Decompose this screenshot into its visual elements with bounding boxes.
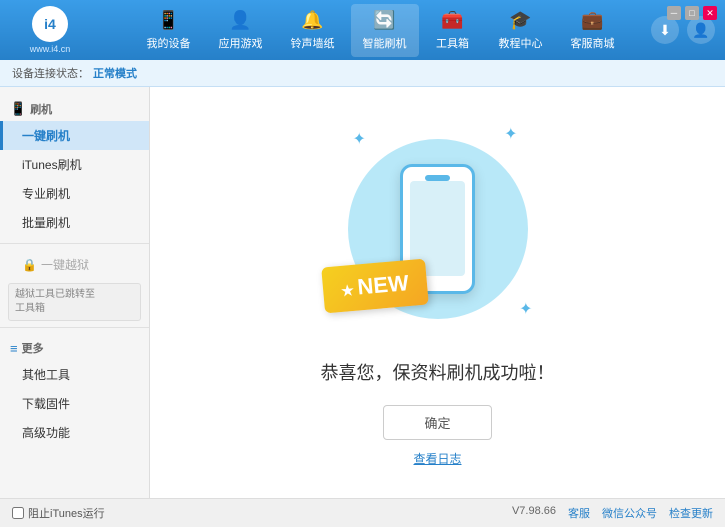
sidebar-itunes-flash[interactable]: iTunes刷机	[0, 150, 149, 179]
log-link[interactable]: 查看日志	[413, 450, 461, 467]
services-icon: 💼	[581, 10, 603, 31]
wechat-link[interactable]: 微信公众号	[602, 505, 657, 521]
nav-tutorials-label: 教程中心	[499, 35, 543, 51]
nav-ringtones[interactable]: 🔔 铃声墙纸	[279, 4, 347, 57]
nav-smart-flash-label: 智能刷机	[363, 35, 407, 51]
sidebar-section-flash: 📱 刷机	[0, 95, 149, 121]
main-content: ✦ ✦ ✦ NEW 恭喜您，保资料刷机成功啦！ 确定 查看日志	[150, 87, 725, 498]
app-header: i4 www.i4.cn 📱 我的设备 👤 应用游戏 🔔 铃声墙纸 🔄 智能刷机	[0, 0, 725, 60]
itunes-label: 阻止iTunes运行	[28, 505, 105, 521]
nav-services-label: 客服商城	[571, 35, 615, 51]
nav-tutorials[interactable]: 🎓 教程中心	[487, 4, 555, 57]
header-right: ⬇ 👤	[651, 16, 715, 44]
status-mode: 正常模式	[93, 65, 137, 81]
app-logo: i4 www.i4.cn	[10, 6, 90, 54]
sidebar-batch-flash[interactable]: 批量刷机	[0, 208, 149, 237]
nav-toolbox-label: 工具箱	[436, 35, 469, 51]
download-button[interactable]: ⬇	[651, 16, 679, 44]
user-button[interactable]: 👤	[687, 16, 715, 44]
jailbreak-label: 一键越狱	[41, 256, 89, 273]
nav-services[interactable]: 💼 客服商城	[559, 4, 627, 57]
phone-illustration: ✦ ✦ ✦ NEW	[338, 119, 538, 339]
check-update-link[interactable]: 检查更新	[669, 505, 713, 521]
more-section-label: 更多	[22, 340, 44, 356]
sidebar-section-jailbreak: 🔒 一键越狱	[0, 250, 149, 279]
nav-apps-games-label: 应用游戏	[219, 35, 263, 51]
apps-games-icon: 👤	[229, 10, 251, 31]
nav-ringtones-label: 铃声墙纸	[291, 35, 335, 51]
sidebar-download-firmware[interactable]: 下载固件	[0, 389, 149, 418]
lock-icon: 🔒	[22, 258, 37, 272]
nav-apps-games[interactable]: 👤 应用游戏	[207, 4, 275, 57]
more-section-icon: ≡	[10, 341, 18, 356]
itunes-checkbox[interactable]	[12, 507, 24, 519]
success-message: 恭喜您，保资料刷机成功啦！	[321, 359, 555, 385]
logo-subtitle: www.i4.cn	[30, 44, 71, 54]
minimize-button[interactable]: ─	[667, 6, 681, 20]
bottom-bar: 阻止iTunes运行 V7.98.66 客服 微信公众号 检查更新	[0, 498, 725, 526]
my-device-icon: 📱	[157, 10, 179, 31]
ringtones-icon: 🔔	[301, 10, 323, 31]
sidebar-other-tools[interactable]: 其他工具	[0, 360, 149, 389]
jailbreak-note: 越狱工具已跳转至工具箱	[8, 283, 141, 321]
nav-smart-flash[interactable]: 🔄 智能刷机	[351, 4, 419, 57]
logo-icon: i4	[32, 6, 68, 42]
sidebar-section-more: ≡ 更多	[0, 334, 149, 360]
version-info: V7.98.66 客服 微信公众号 检查更新	[512, 505, 713, 521]
sidebar-one-click-flash[interactable]: 一键刷机	[0, 121, 149, 150]
nav-my-device[interactable]: 📱 我的设备	[135, 4, 203, 57]
sidebar: 📱 刷机 一键刷机 iTunes刷机 专业刷机 批量刷机 🔒 一键越狱 越狱工具…	[0, 87, 150, 498]
itunes-check-label[interactable]: 阻止iTunes运行	[12, 505, 105, 521]
phone-notch	[425, 175, 450, 181]
flash-section-icon: 📱	[10, 101, 26, 117]
window-controls: ─ □ ✕	[667, 6, 717, 20]
smart-flash-icon: 🔄	[373, 10, 395, 31]
sidebar-divider-2	[0, 327, 149, 328]
nav-my-device-label: 我的设备	[147, 35, 191, 51]
toolbox-icon: 🧰	[441, 10, 463, 31]
sidebar-advanced[interactable]: 高级功能	[0, 418, 149, 447]
status-label: 设备连接状态：	[12, 65, 89, 81]
nav-toolbox[interactable]: 🧰 工具箱	[423, 4, 483, 57]
sparkle-icon-2: ✦	[504, 124, 517, 144]
tutorials-icon: 🎓	[509, 10, 531, 31]
customer-service-link[interactable]: 客服	[568, 505, 590, 521]
sidebar-pro-flash[interactable]: 专业刷机	[0, 179, 149, 208]
main-area: 📱 刷机 一键刷机 iTunes刷机 专业刷机 批量刷机 🔒 一键越狱 越狱工具…	[0, 87, 725, 498]
main-nav: 📱 我的设备 👤 应用游戏 🔔 铃声墙纸 🔄 智能刷机 🧰 工具箱 🎓	[110, 4, 651, 57]
status-bar: 设备连接状态： 正常模式	[0, 60, 725, 87]
sidebar-divider-1	[0, 243, 149, 244]
sparkle-icon-1: ✦	[353, 129, 366, 149]
sparkle-icon-3: ✦	[519, 299, 532, 319]
flash-section-label: 刷机	[30, 101, 52, 117]
version-number: V7.98.66	[512, 505, 556, 521]
maximize-button[interactable]: □	[685, 6, 699, 20]
close-button[interactable]: ✕	[703, 6, 717, 20]
new-badge: NEW	[321, 258, 428, 313]
confirm-button[interactable]: 确定	[383, 405, 491, 440]
